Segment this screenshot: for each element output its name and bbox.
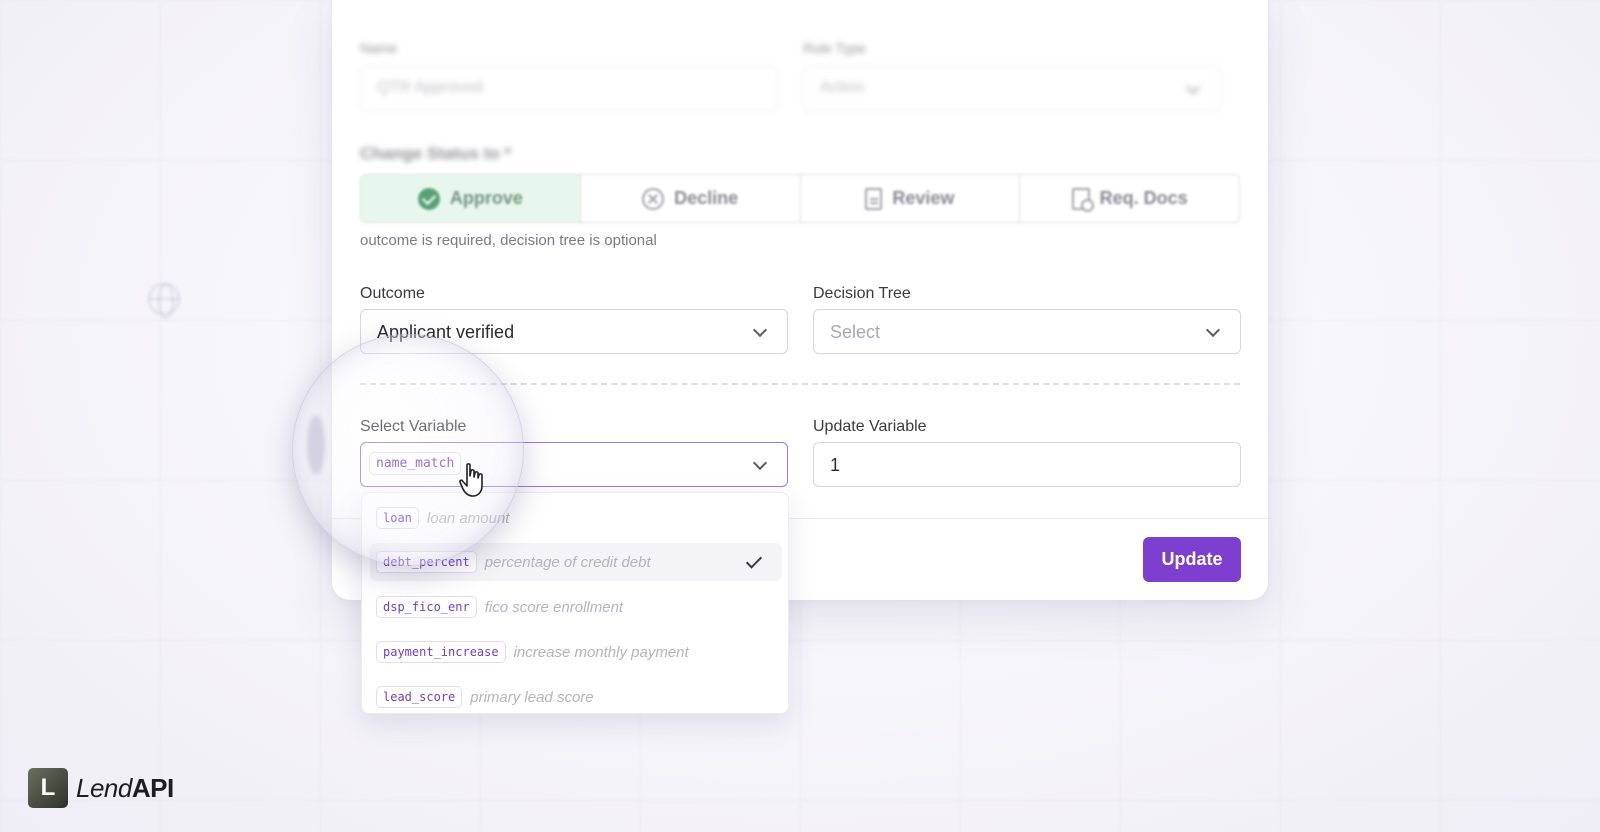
update-variable-label: Update Variable <box>813 418 927 435</box>
status-req-docs-option[interactable]: Req. Docs <box>1020 175 1239 222</box>
chevron-down-icon <box>752 455 768 471</box>
helper-text: outcome is required, decision tree is op… <box>360 232 657 249</box>
select-variable-dropdown[interactable]: name_match <box>360 442 788 487</box>
name-label: Name <box>360 40 398 56</box>
rule-type-label: Rule Type <box>803 40 866 56</box>
variable-dropdown-menu: loan loan amount debt_percent percentage… <box>361 492 789 714</box>
name-input[interactable]: QTR Approved <box>360 66 778 111</box>
status-review-option[interactable]: Review <box>801 175 1021 222</box>
list-item[interactable]: payment_increase increase monthly paymen… <box>370 633 782 671</box>
select-variable-label: Select Variable <box>360 418 467 435</box>
lendapi-logo: L LendAPI <box>28 768 174 808</box>
outcome-select[interactable]: Applicant verified <box>360 309 788 354</box>
update-variable-input[interactable]: 1 <box>813 442 1241 487</box>
logo-mark: L <box>28 768 68 808</box>
section-divider <box>360 383 1240 385</box>
outcome-label: Outcome <box>360 285 425 302</box>
globe-icon <box>148 283 180 319</box>
decision-tree-select[interactable]: Select <box>813 309 1241 354</box>
chevron-down-icon <box>1205 322 1221 338</box>
list-item[interactable]: lead_score primary lead score <box>370 678 782 716</box>
selected-variable-chip: name_match <box>369 452 462 475</box>
document-icon <box>865 187 883 210</box>
status-approve-option[interactable]: Approve <box>361 175 581 222</box>
chevron-down-icon <box>1185 79 1201 95</box>
list-item[interactable]: debt_percent percentage of credit debt <box>370 543 782 581</box>
decision-tree-label: Decision Tree <box>813 285 911 302</box>
chevron-down-icon <box>752 322 768 338</box>
x-circle-icon <box>642 187 665 210</box>
update-button[interactable]: Update <box>1143 537 1241 582</box>
rule-type-select[interactable]: Action <box>803 66 1221 111</box>
checkmark-icon <box>745 552 763 569</box>
status-segmented-control: Approve Decline Review Req. Docs <box>360 174 1240 223</box>
logo-wordmark: LendAPI <box>76 772 174 803</box>
documents-request-icon <box>1071 187 1094 212</box>
hand-pointer-icon <box>459 463 483 497</box>
change-status-label: Change Status to * <box>360 144 512 163</box>
status-decline-option[interactable]: Decline <box>581 175 801 222</box>
check-circle-icon <box>417 187 440 210</box>
list-item[interactable]: dsp_fico_enr fico score enrollment <box>370 588 782 626</box>
list-item[interactable]: loan loan amount <box>370 499 782 537</box>
